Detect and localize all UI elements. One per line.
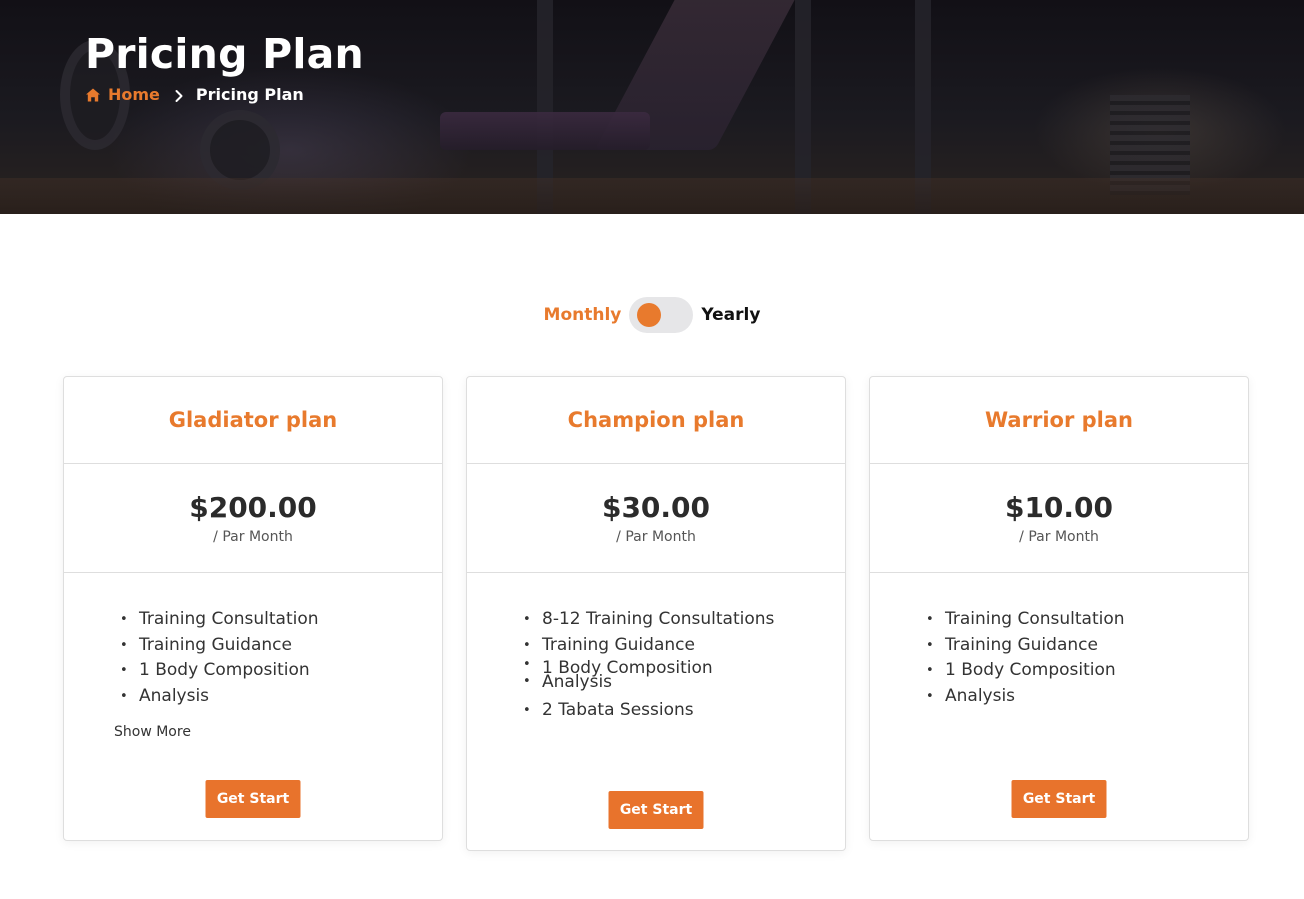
price-box: $200.00 / Par Month	[64, 464, 442, 573]
plan-price: $30.00	[601, 491, 711, 524]
get-start-button[interactable]: Get Start	[205, 780, 301, 818]
billing-period: / Par Month	[213, 529, 293, 545]
hero-bg-bench-seat	[440, 112, 650, 150]
yearly-label[interactable]: Yearly	[701, 305, 760, 325]
billing-period: / Par Month	[616, 529, 696, 545]
feature-item: Training Consultation	[926, 607, 1248, 633]
feature-list: Training Consultation Training Guidance …	[64, 573, 442, 709]
breadcrumb-home-link[interactable]: Home	[108, 85, 160, 104]
get-start-button[interactable]: Get Start	[608, 791, 704, 829]
billing-period: / Par Month	[1019, 529, 1099, 545]
billing-period-switch[interactable]	[629, 297, 694, 333]
billing-toggle: Monthly Yearly	[0, 297, 1304, 333]
plan-name: Champion plan	[567, 408, 745, 432]
card-header: Gladiator plan	[64, 377, 442, 464]
plan-name: Gladiator plan	[168, 408, 338, 432]
hero-bg-floor	[0, 178, 1304, 214]
feature-list: 8-12 Training Consultations Training Gui…	[467, 573, 845, 724]
plan-price: $200.00	[189, 491, 317, 524]
feature-item: Training Guidance	[120, 633, 442, 659]
feature-item: Training Guidance	[523, 633, 845, 659]
feature-item: 1 Body Composition	[926, 658, 1248, 684]
feature-list: Training Consultation Training Guidance …	[870, 573, 1248, 709]
feature-item: 8-12 Training Consultations	[523, 607, 845, 633]
switch-knob	[637, 303, 662, 327]
plan-price: $10.00	[1004, 491, 1114, 524]
feature-item: Analysis	[523, 674, 845, 698]
get-start-button[interactable]: Get Start	[1011, 780, 1107, 818]
page-title: Pricing Plan	[85, 30, 364, 78]
card-header: Champion plan	[467, 377, 845, 464]
plan-name: Warrior plan	[985, 408, 1133, 432]
home-icon[interactable]	[85, 87, 101, 103]
feature-item: 2 Tabata Sessions	[523, 698, 845, 724]
feature-item: Training Guidance	[926, 633, 1248, 659]
card-header: Warrior plan	[870, 377, 1248, 464]
price-box: $10.00 / Par Month	[870, 464, 1248, 573]
feature-item: Analysis	[120, 684, 442, 710]
feature-item: Training Consultation	[120, 607, 442, 633]
pricing-card-gladiator: Gladiator plan $200.00 / Par Month Train…	[63, 376, 443, 841]
price-box: $30.00 / Par Month	[467, 464, 845, 573]
monthly-label[interactable]: Monthly	[544, 305, 622, 325]
chevron-right-icon	[172, 88, 186, 102]
pricing-card-champion: Champion plan $30.00 / Par Month 8-12 Tr…	[466, 376, 846, 851]
feature-item: Analysis	[926, 684, 1248, 710]
pricing-card-warrior: Warrior plan $10.00 / Par Month Training…	[869, 376, 1249, 841]
breadcrumb: Home Pricing Plan	[85, 85, 304, 104]
hero-banner: Pricing Plan Home Pricing Plan	[0, 0, 1304, 214]
feature-item: 1 Body Composition	[120, 658, 442, 684]
breadcrumb-current: Pricing Plan	[195, 85, 304, 104]
show-more-link[interactable]: Show More	[114, 724, 191, 740]
